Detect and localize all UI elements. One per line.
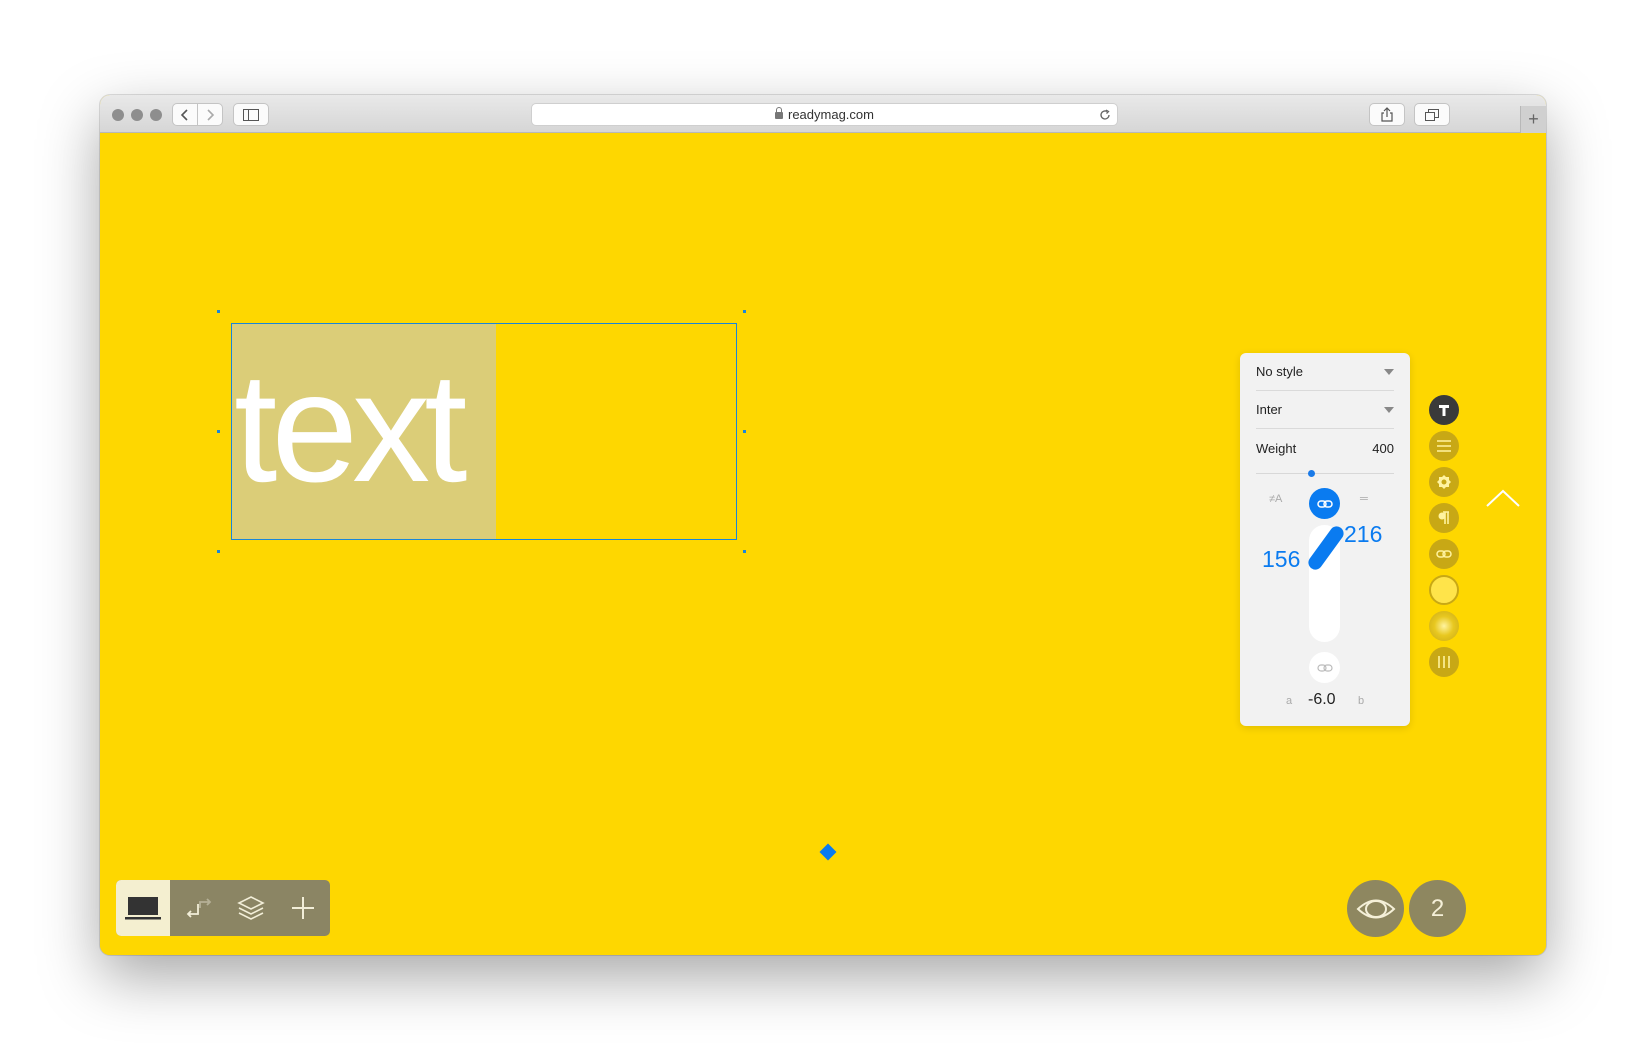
weight-slider-track[interactable] xyxy=(1256,473,1394,474)
resize-handle-top-right[interactable] xyxy=(743,310,746,313)
linked-mode-button[interactable] xyxy=(1309,488,1340,519)
new-tab-button[interactable]: + xyxy=(1520,106,1546,133)
bottom-toolbar xyxy=(116,880,330,936)
weight-row: Weight 400 xyxy=(1256,429,1394,467)
sidebar-toggle-button[interactable] xyxy=(233,103,269,126)
typography-panel: No style Inter Weight 400 ≠A ═ 156 216 a… xyxy=(1240,353,1410,726)
weight-slider-thumb[interactable] xyxy=(1308,470,1315,477)
shadow-icon[interactable] xyxy=(1429,611,1459,641)
anchor-marker[interactable] xyxy=(819,843,837,861)
laptop-icon xyxy=(125,897,161,920)
layers-icon xyxy=(237,896,265,920)
resize-handle-right[interactable] xyxy=(743,430,746,433)
share-button[interactable] xyxy=(1369,103,1405,126)
plus-icon xyxy=(292,897,314,919)
weight-label: Weight xyxy=(1256,440,1297,456)
text-widget-frame[interactable]: text xyxy=(231,323,737,540)
font-select-label: Inter xyxy=(1256,402,1283,417)
preview-button[interactable] xyxy=(1347,880,1404,937)
footer-label-b: b xyxy=(1358,695,1365,707)
columns-icon[interactable] xyxy=(1429,647,1459,677)
gear-icon[interactable] xyxy=(1429,467,1459,497)
minimize-window-button[interactable] xyxy=(131,109,143,121)
undo-icon xyxy=(186,898,212,918)
address-url: readymag.com xyxy=(788,107,874,122)
style-select[interactable]: No style xyxy=(1256,353,1394,391)
reload-icon[interactable] xyxy=(1099,109,1111,121)
text-widget-content[interactable]: text xyxy=(234,350,467,506)
paragraph-icon[interactable] xyxy=(1429,503,1459,533)
align-icon[interactable] xyxy=(1429,431,1459,461)
infinity-button[interactable] xyxy=(1309,652,1340,683)
text-selection-highlight[interactable]: text xyxy=(232,324,496,539)
style-select-label: No style xyxy=(1256,364,1303,379)
font-select[interactable]: Inter xyxy=(1256,391,1394,429)
resize-handle-bottom-right[interactable] xyxy=(743,550,746,553)
resize-handle-top-left[interactable] xyxy=(217,310,220,313)
footer-label-a: a xyxy=(1286,695,1293,707)
line-height-value-a[interactable]: 156 xyxy=(1262,546,1300,573)
editor-canvas[interactable]: text No style Inter Weight 400 ≠A ═ 156 … xyxy=(100,133,1546,955)
add-widget-button[interactable] xyxy=(276,880,330,936)
page-count-button[interactable]: 2 xyxy=(1409,880,1466,937)
link-icon[interactable] xyxy=(1429,539,1459,569)
resize-handle-bottom-left[interactable] xyxy=(217,550,220,553)
chevron-down-icon xyxy=(1384,368,1394,375)
text-icon[interactable] xyxy=(1429,395,1459,425)
viewport-desktop-button[interactable] xyxy=(116,880,170,936)
forward-button[interactable] xyxy=(197,103,223,126)
equal-mode-icon[interactable]: ═ xyxy=(1360,493,1368,505)
weight-value: 400 xyxy=(1372,440,1394,456)
size-mode-icon[interactable]: ≠A xyxy=(1269,493,1282,505)
tabs-overview-button[interactable] xyxy=(1414,103,1450,126)
chevron-down-icon xyxy=(1384,406,1394,413)
back-button[interactable] xyxy=(172,103,198,126)
letter-spacing-value[interactable]: -6.0 xyxy=(1308,691,1336,709)
lock-icon xyxy=(775,107,783,119)
chevron-left-icon xyxy=(180,108,188,121)
browser-window: readymag.com + text No style Inter Weigh… xyxy=(100,95,1546,955)
chevron-up-icon[interactable] xyxy=(1485,488,1521,508)
line-height-value-b[interactable]: 216 xyxy=(1344,521,1382,548)
infinity-icon xyxy=(1316,663,1333,672)
sidebar-icon xyxy=(243,108,259,121)
layers-button[interactable] xyxy=(224,880,278,936)
close-window-button[interactable] xyxy=(112,109,124,121)
tabs-icon xyxy=(1425,108,1439,121)
resize-handle-left[interactable] xyxy=(217,430,220,433)
undo-redo-button[interactable] xyxy=(172,880,226,936)
address-bar[interactable]: readymag.com xyxy=(531,103,1118,126)
chevron-right-icon xyxy=(207,108,215,121)
zoom-window-button[interactable] xyxy=(150,109,162,121)
share-icon xyxy=(1381,107,1393,122)
color-icon[interactable] xyxy=(1429,575,1459,605)
link-icon xyxy=(1316,499,1333,508)
browser-titlebar: readymag.com + xyxy=(100,95,1546,133)
eye-icon xyxy=(1356,899,1395,918)
